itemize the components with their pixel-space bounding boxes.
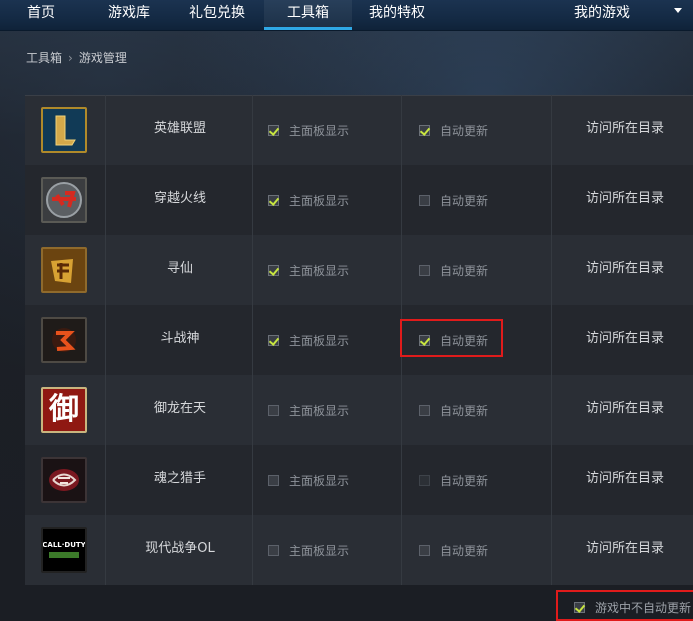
checkbox[interactable] (268, 124, 279, 136)
auto-update-label: 自动更新 (440, 193, 489, 208)
nav-home[interactable]: 首页 (0, 0, 82, 30)
checkbox[interactable] (419, 474, 430, 486)
auto-update-toggle[interactable]: 自动更新 (419, 445, 488, 515)
auto-update-toggle[interactable]: 自动更新 (419, 375, 488, 445)
visit-directory-link[interactable]: 访问所在目录 (555, 95, 693, 165)
visit-directory-link[interactable]: 访问所在目录 (555, 375, 693, 445)
nav-my-games[interactable]: 我的游戏 (566, 0, 638, 30)
main-panel-label: 主面板显示 (289, 123, 350, 138)
yulong-icon: 御 (41, 387, 87, 433)
main-panel-toggle[interactable]: 主面板显示 (268, 445, 349, 515)
game-name: 现代战争OL (145, 541, 215, 556)
auto-update-label: 自动更新 (440, 403, 489, 418)
game-name: 寻仙 (166, 261, 193, 276)
visit-directory-link[interactable]: 访问所在目录 (555, 235, 693, 305)
game-name: 魂之猎手 (153, 471, 206, 486)
checkbox[interactable] (419, 194, 430, 206)
cf-icon (41, 177, 87, 223)
checkbox[interactable] (419, 264, 430, 276)
main-panel-toggle[interactable]: 主面板显示 (268, 375, 349, 445)
nav-gift-redeem[interactable]: 礼包兑换 (176, 0, 258, 30)
column-divider (551, 95, 552, 585)
breadcrumb: 工具箱 › 游戏管理 (26, 49, 127, 66)
game-management-table: 英雄联盟 主面板显示 自动更新 访问所在目录 穿越火线 主面板显示 自动更新 访… (25, 95, 693, 585)
visit-directory-link[interactable]: 访问所在目录 (555, 445, 693, 515)
callofduty-logo: CALL·DUTY (42, 541, 86, 558)
game-name: 御龙在天 (153, 401, 206, 416)
checkbox[interactable] (268, 264, 279, 276)
main-panel-label: 主面板显示 (289, 193, 350, 208)
nav-my-privilege[interactable]: 我的特权 (358, 0, 436, 30)
auto-update-toggle[interactable]: 自动更新 (419, 515, 488, 585)
breadcrumb-root[interactable]: 工具箱 (26, 51, 62, 65)
main-panel-toggle[interactable]: 主面板显示 (268, 235, 349, 305)
checkbox[interactable] (419, 124, 430, 136)
nav-game-library[interactable]: 游戏库 (88, 0, 170, 30)
checkbox[interactable] (419, 404, 430, 416)
hunzhilieshou-icon (41, 457, 87, 503)
checkbox[interactable] (419, 544, 430, 556)
xunxian-icon (41, 247, 87, 293)
highlight-box (556, 590, 693, 621)
main-panel-toggle[interactable]: 主面板显示 (268, 305, 349, 375)
checkbox[interactable] (268, 474, 279, 486)
lol-icon (41, 107, 87, 153)
checkbox[interactable] (268, 334, 279, 346)
breadcrumb-current: 游戏管理 (78, 51, 127, 65)
main-panel-label: 主面板显示 (289, 333, 350, 348)
chevron-right-icon: › (68, 51, 73, 65)
highlight-box (400, 319, 503, 357)
auto-update-label: 自动更新 (440, 123, 489, 138)
callofduty-icon: CALL·DUTY (41, 527, 87, 573)
callofduty-logo-text: CALL·DUTY (42, 541, 86, 549)
main-panel-toggle[interactable]: 主面板显示 (268, 515, 349, 585)
visit-directory-link[interactable]: 访问所在目录 (555, 515, 693, 585)
douzhanshen-icon (41, 317, 87, 363)
logo-bar (49, 552, 79, 558)
auto-update-label: 自动更新 (440, 543, 489, 558)
checkbox[interactable] (268, 404, 279, 416)
game-name: 英雄联盟 (153, 121, 206, 136)
game-name: 穿越火线 (153, 191, 206, 206)
auto-update-toggle[interactable]: 自动更新 (419, 95, 488, 165)
auto-update-toggle[interactable]: 自动更新 (419, 235, 488, 305)
main-panel-label: 主面板显示 (289, 543, 350, 558)
main-panel-toggle[interactable]: 主面板显示 (268, 95, 349, 165)
auto-update-label: 自动更新 (440, 263, 489, 278)
top-nav-bar: 首页 游戏库 礼包兑换 工具箱 我的特权 我的游戏 (0, 0, 693, 31)
checkbox[interactable] (268, 194, 279, 206)
visit-directory-link[interactable]: 访问所在目录 (555, 305, 693, 375)
auto-update-toggle[interactable]: 自动更新 (419, 165, 488, 235)
main-panel-label: 主面板显示 (289, 403, 350, 418)
checkbox[interactable] (268, 544, 279, 556)
main-panel-label: 主面板显示 (289, 263, 350, 278)
main-panel-toggle[interactable]: 主面板显示 (268, 165, 349, 235)
main-panel-label: 主面板显示 (289, 473, 350, 488)
game-name: 斗战神 (160, 331, 200, 346)
chevron-down-icon[interactable] (674, 8, 682, 13)
nav-toolbox[interactable]: 工具箱 (264, 0, 352, 30)
yulong-icon-glyph: 御 (49, 392, 79, 427)
visit-directory-link[interactable]: 访问所在目录 (555, 165, 693, 235)
auto-update-label: 自动更新 (440, 473, 489, 488)
column-divider (105, 95, 106, 585)
